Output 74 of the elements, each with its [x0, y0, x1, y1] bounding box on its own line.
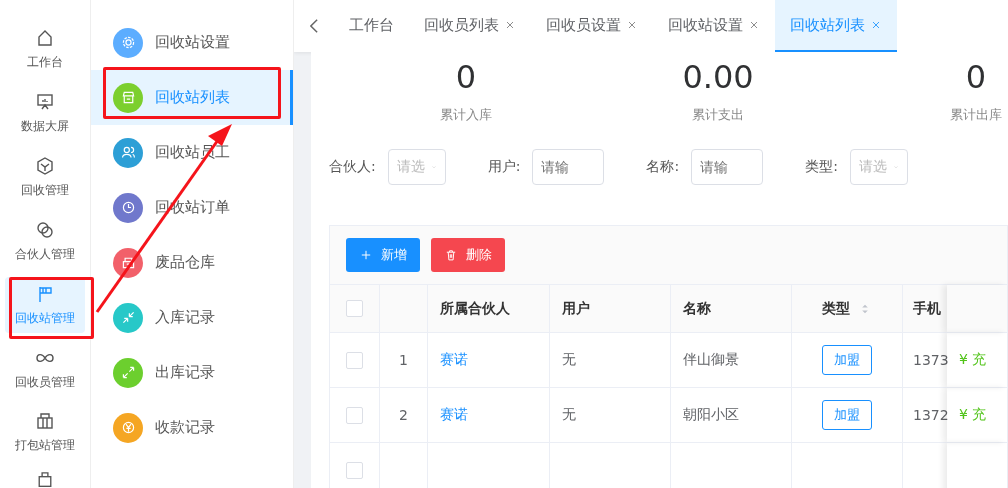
- table-cell: 伴山御景: [671, 333, 792, 387]
- close-icon: [504, 19, 516, 31]
- submenu-label: 收款记录: [155, 418, 215, 437]
- partner-link[interactable]: 赛诺: [440, 351, 468, 369]
- stat-value: 0: [965, 58, 987, 96]
- input-field[interactable]: 请输: [532, 149, 605, 185]
- table-cell: 无: [550, 388, 671, 442]
- tab[interactable]: 工作台: [334, 0, 409, 52]
- submenu-item[interactable]: 回收站设置: [91, 15, 293, 70]
- rail-label: 数据大屏: [21, 118, 69, 136]
- submenu-item[interactable]: 收款记录: [91, 400, 293, 455]
- close-icon: [748, 19, 760, 31]
- close-icon: [626, 19, 638, 31]
- submenu-item[interactable]: 废品仓库: [91, 235, 293, 290]
- stat-label: 累计入库: [440, 106, 492, 124]
- table-cell-text: 1373: [912, 351, 947, 370]
- submenu-label: 入库记录: [155, 308, 215, 327]
- rail-item[interactable]: 合伙人管理: [5, 213, 85, 270]
- submenu-label: 回收站列表: [155, 88, 230, 107]
- tab[interactable]: 回收站设置: [653, 0, 775, 52]
- table-cell: 无: [550, 333, 671, 387]
- rail-label: 回收管理: [21, 182, 69, 200]
- type-tag: 加盟: [822, 345, 872, 375]
- rail-label: 回收站管理: [15, 309, 75, 327]
- rail-item[interactable]: 数据大屏: [5, 85, 85, 142]
- filter-label: 合伙人:: [329, 158, 376, 176]
- plus-icon: [359, 248, 373, 262]
- column-header: 所属合伙人: [428, 285, 550, 332]
- table-cell: 朝阳小区: [671, 388, 792, 442]
- submenu-label: 出库记录: [155, 363, 215, 382]
- link-icon: [35, 219, 55, 240]
- rail-item[interactable]: 打包站管理: [5, 404, 85, 461]
- checkbox[interactable]: [346, 406, 363, 424]
- stat-value: 0.00: [682, 58, 754, 96]
- column-header: 用户: [550, 285, 671, 332]
- submenu-item[interactable]: 出库记录: [91, 345, 293, 400]
- table-cell: 1: [380, 333, 428, 387]
- tab[interactable]: 回收员设置: [531, 0, 653, 52]
- stat-label: 累计支出: [692, 106, 744, 124]
- table-cell-text: 1372: [912, 406, 947, 425]
- column-header: 手机: [912, 298, 942, 318]
- close-icon: [870, 19, 882, 31]
- column-header: 名称: [671, 285, 792, 332]
- input-field[interactable]: 请输: [691, 149, 764, 185]
- filter-label: 用户:: [487, 158, 521, 176]
- submenu-item[interactable]: 入库记录: [91, 290, 293, 345]
- stat-value: 0: [455, 58, 477, 96]
- delete-button[interactable]: 删除: [431, 238, 505, 272]
- home-icon: [35, 28, 55, 49]
- people-icon: [119, 144, 137, 161]
- column-header: 类型: [792, 285, 903, 332]
- type-tag: 加盟: [822, 400, 872, 430]
- filter-label: 类型:: [805, 158, 838, 176]
- tab[interactable]: 回收员列表: [409, 0, 531, 52]
- submenu-label: 回收站设置: [155, 33, 230, 52]
- chevron-left-icon: [310, 19, 318, 33]
- box-icon: [35, 411, 55, 432]
- checkbox[interactable]: [346, 461, 363, 479]
- rail-label: 回收员管理: [15, 373, 75, 391]
- stat-label: 累计出库: [950, 106, 1002, 124]
- rail-label: 工作台: [27, 54, 63, 72]
- trash-icon: [444, 248, 458, 262]
- rail-item[interactable]: 工作台: [5, 22, 85, 78]
- cube-icon: [35, 156, 55, 177]
- rail-label: 合伙人管理: [15, 245, 75, 263]
- table-cell: 2: [380, 388, 428, 442]
- rail-label: 打包站管理: [15, 437, 75, 455]
- filter-label: 名称:: [646, 158, 680, 176]
- partner-link[interactable]: 赛诺: [440, 406, 468, 424]
- rail-item[interactable]: 回收管理: [5, 149, 85, 206]
- checkbox[interactable]: [346, 300, 363, 317]
- submenu-label: 废品仓库: [155, 253, 215, 272]
- checkbox[interactable]: [346, 351, 363, 369]
- rail-item[interactable]: 回收员管理: [5, 341, 85, 397]
